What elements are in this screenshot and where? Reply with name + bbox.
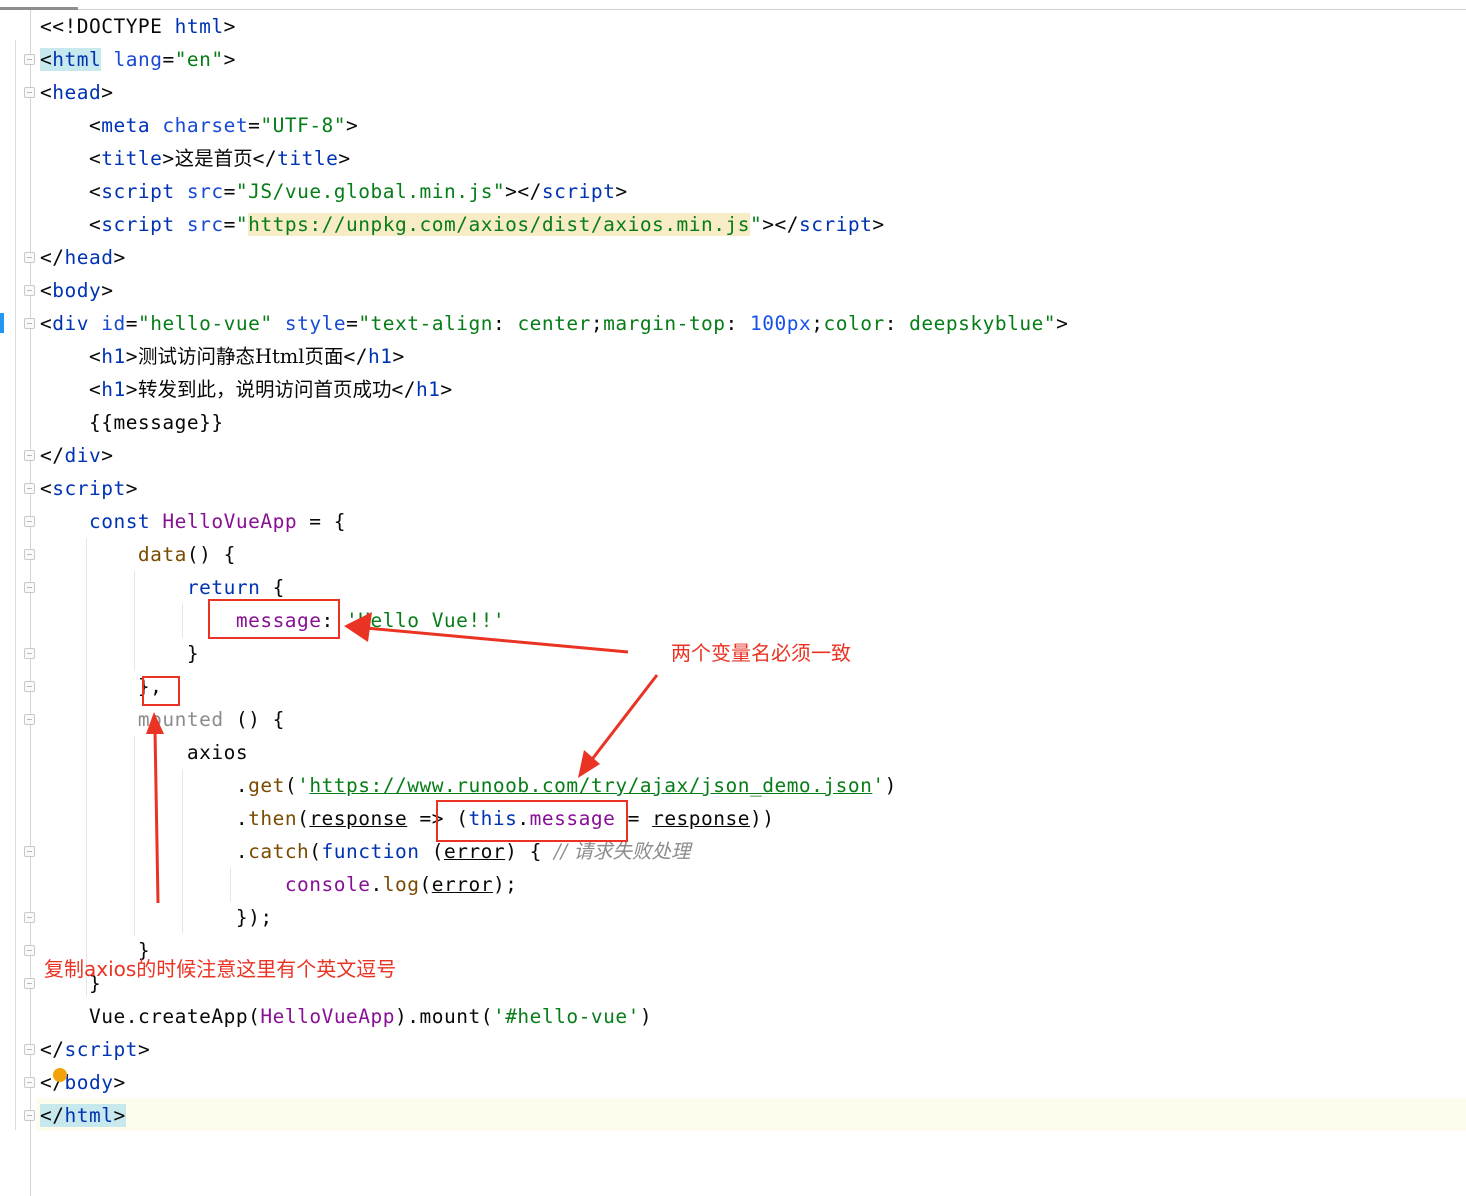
annotation-arrows (146, 612, 659, 904)
annotation-comma-note: 复制axios的时候注意这里有个英文逗号 (44, 957, 397, 981)
arrowhead-message-key (344, 612, 372, 642)
arrow-to-comma (153, 729, 160, 904)
arrow-to-message-key (365, 626, 629, 654)
arrow-to-this-message (588, 674, 659, 763)
annotation-variable-names: 两个变量名必须一致 (671, 641, 851, 665)
arrowhead-comma (146, 712, 164, 734)
